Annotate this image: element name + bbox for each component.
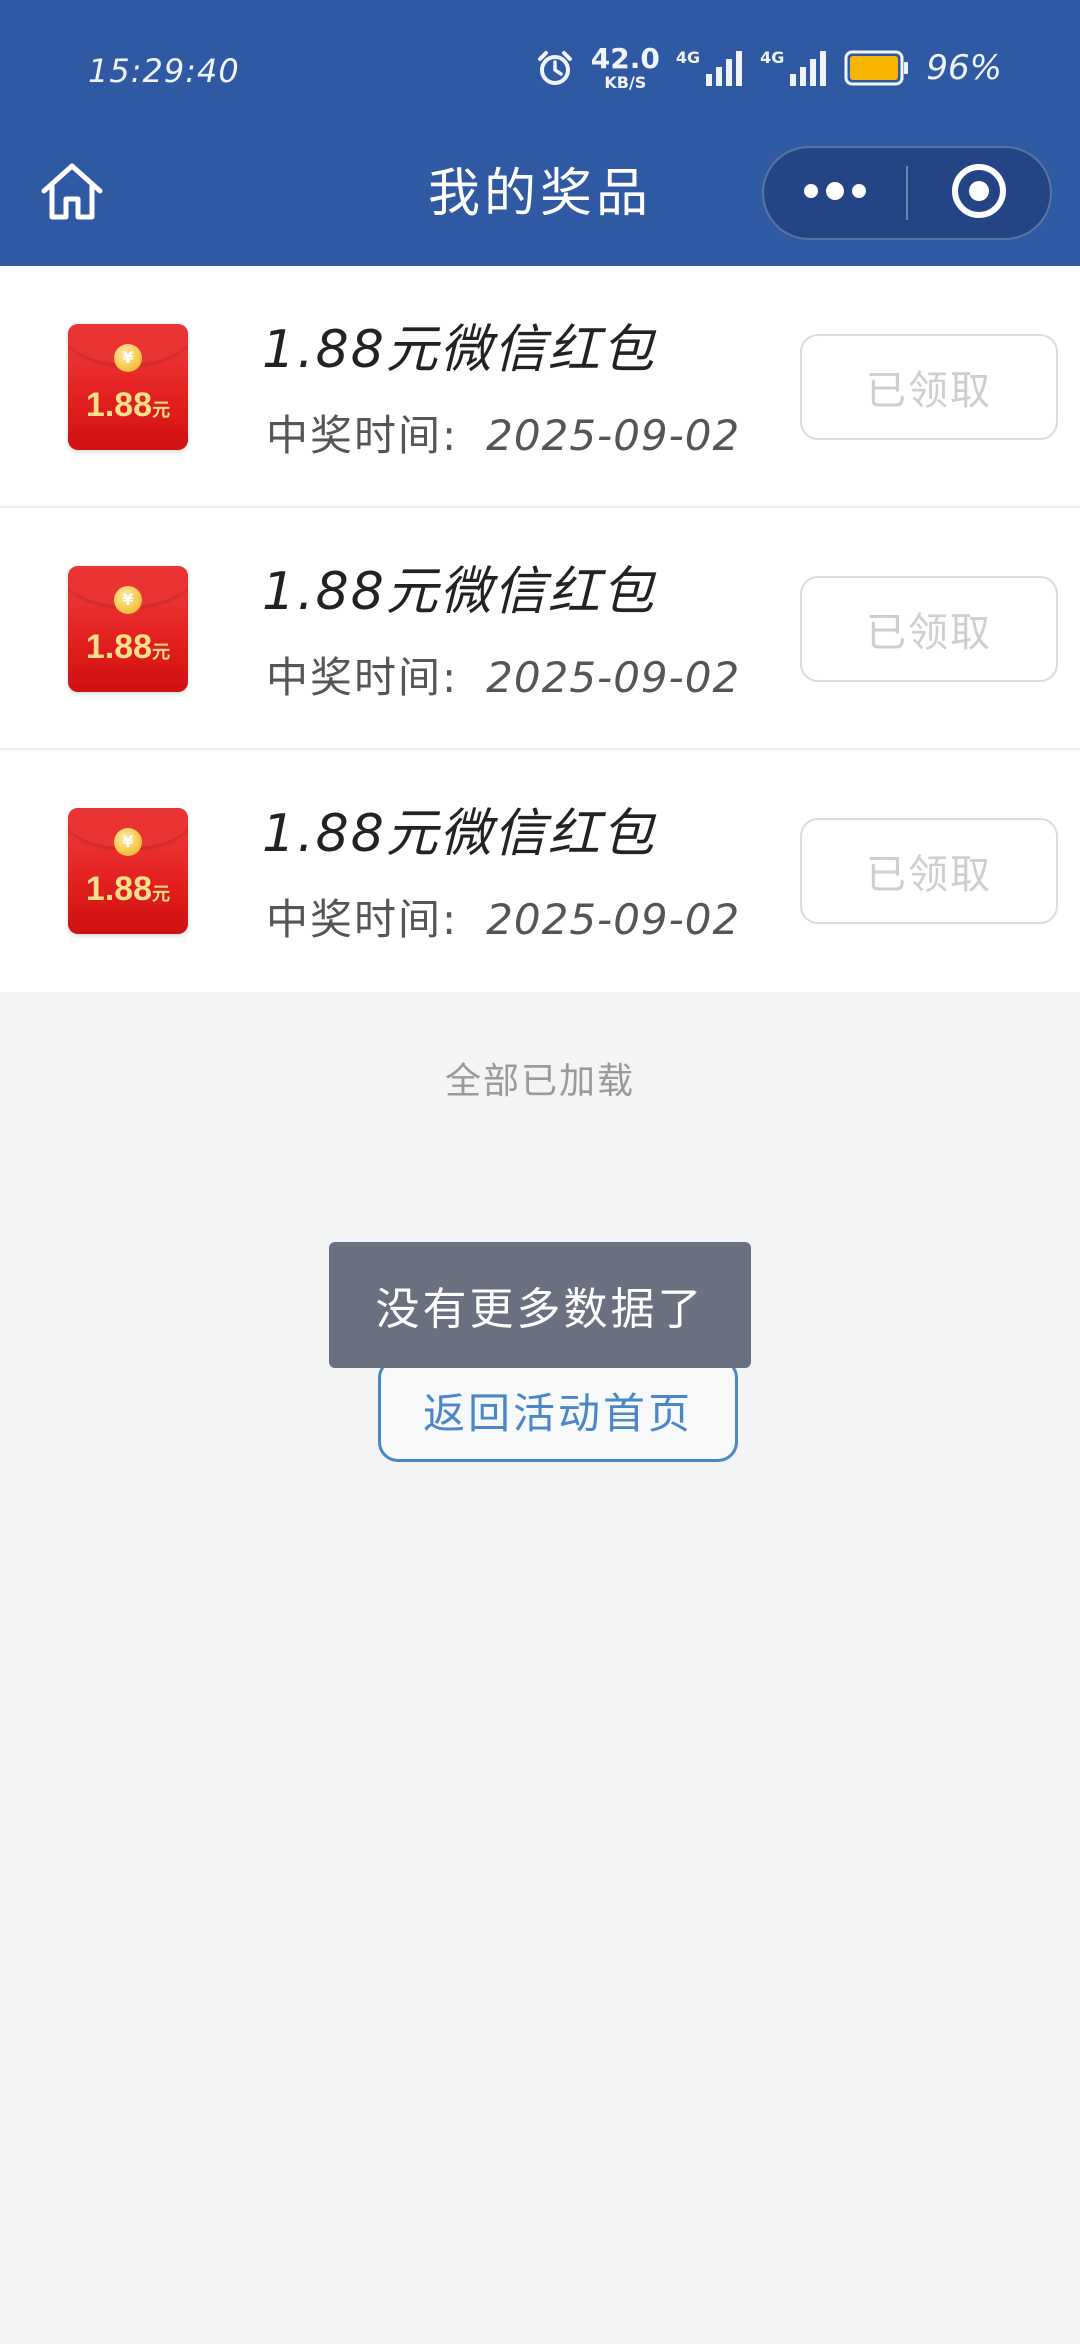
signal-1: 4G <box>676 48 744 88</box>
prize-date: 2025-09-02 <box>486 895 741 944</box>
prize-name: 1.88元微信红包 <box>262 804 656 864</box>
coin-symbol: ¥ <box>114 586 142 614</box>
prize-date: 2025-09-02 <box>486 411 741 460</box>
status-icons: 42.0 KB/S 4G 4G 96% <box>535 40 1002 96</box>
prize-item: ¥ 1.88元 1.88元微信红包 中奖时间: 2025-09-02 已领取 <box>0 266 1080 508</box>
home-button[interactable] <box>36 158 108 230</box>
prize-time: 中奖时间: 2025-09-02 <box>266 892 740 948</box>
status-time: 15:29:40 <box>88 52 240 90</box>
packet-amount-unit: 元 <box>152 642 171 662</box>
prize-time: 中奖时间: 2025-09-02 <box>266 408 740 464</box>
header-bar: 15:29:40 42.0 KB/S 4G 4G 96% 我的奖品 <box>0 0 1080 266</box>
prize-time-label: 中奖时间: <box>266 411 459 460</box>
packet-amount-number: 1.88 <box>85 628 153 666</box>
back-to-activity-home-button[interactable]: 返回活动首页 <box>378 1358 738 1462</box>
mini-program-capsule <box>762 146 1052 240</box>
red-packet-amount: 1.88元 <box>68 870 188 909</box>
close-mini-program-button[interactable] <box>908 148 1050 238</box>
home-icon <box>40 161 104 227</box>
prize-list: ¥ 1.88元 1.88元微信红包 中奖时间: 2025-09-02 已领取 ¥ … <box>0 266 1080 992</box>
red-packet-icon: ¥ 1.88元 <box>68 566 188 692</box>
no-more-data-toast: 没有更多数据了 <box>329 1242 751 1368</box>
red-packet-amount: 1.88元 <box>68 386 188 425</box>
signal-2: 4G <box>760 48 828 88</box>
red-packet-icon: ¥ 1.88元 <box>68 324 188 450</box>
more-button[interactable] <box>764 148 906 238</box>
signal-icon <box>704 48 744 88</box>
claimed-button[interactable]: 已领取 <box>800 818 1058 924</box>
signal-icon <box>788 48 828 88</box>
net-speed-unit: KB/S <box>604 73 647 92</box>
prize-item: ¥ 1.88元 1.88元微信红包 中奖时间: 2025-09-02 已领取 <box>0 508 1080 750</box>
prize-time: 中奖时间: 2025-09-02 <box>266 650 740 706</box>
battery-icon <box>844 49 910 87</box>
prize-item: ¥ 1.88元 1.88元微信红包 中奖时间: 2025-09-02 已领取 <box>0 750 1080 992</box>
packet-amount-unit: 元 <box>152 400 171 420</box>
more-dots-icon <box>803 181 867 205</box>
prize-name: 1.88元微信红包 <box>262 320 656 380</box>
red-packet-amount: 1.88元 <box>68 628 188 667</box>
all-loaded-text: 全部已加载 <box>444 1061 635 1102</box>
red-packet-icon: ¥ 1.88元 <box>68 808 188 934</box>
prize-name: 1.88元微信红包 <box>262 562 656 622</box>
packet-amount-number: 1.88 <box>85 386 153 424</box>
coin-symbol: ¥ <box>114 828 142 856</box>
alarm-icon <box>535 48 575 88</box>
claimed-button[interactable]: 已领取 <box>800 334 1058 440</box>
signal-2-label: 4G <box>760 48 785 67</box>
signal-1-label: 4G <box>675 48 701 67</box>
net-speed-value: 42.0 <box>590 42 660 75</box>
coin-symbol: ¥ <box>114 344 142 372</box>
battery-percent: 96% <box>926 48 1002 88</box>
packet-amount-unit: 元 <box>152 884 171 904</box>
claimed-button[interactable]: 已领取 <box>800 576 1058 682</box>
prize-time-label: 中奖时间: <box>266 895 459 944</box>
prize-date: 2025-09-02 <box>486 653 741 702</box>
net-speed: 42.0 KB/S <box>591 45 660 91</box>
packet-amount-number: 1.88 <box>85 870 153 908</box>
prize-time-label: 中奖时间: <box>266 653 459 702</box>
target-circle-icon <box>949 161 1009 225</box>
